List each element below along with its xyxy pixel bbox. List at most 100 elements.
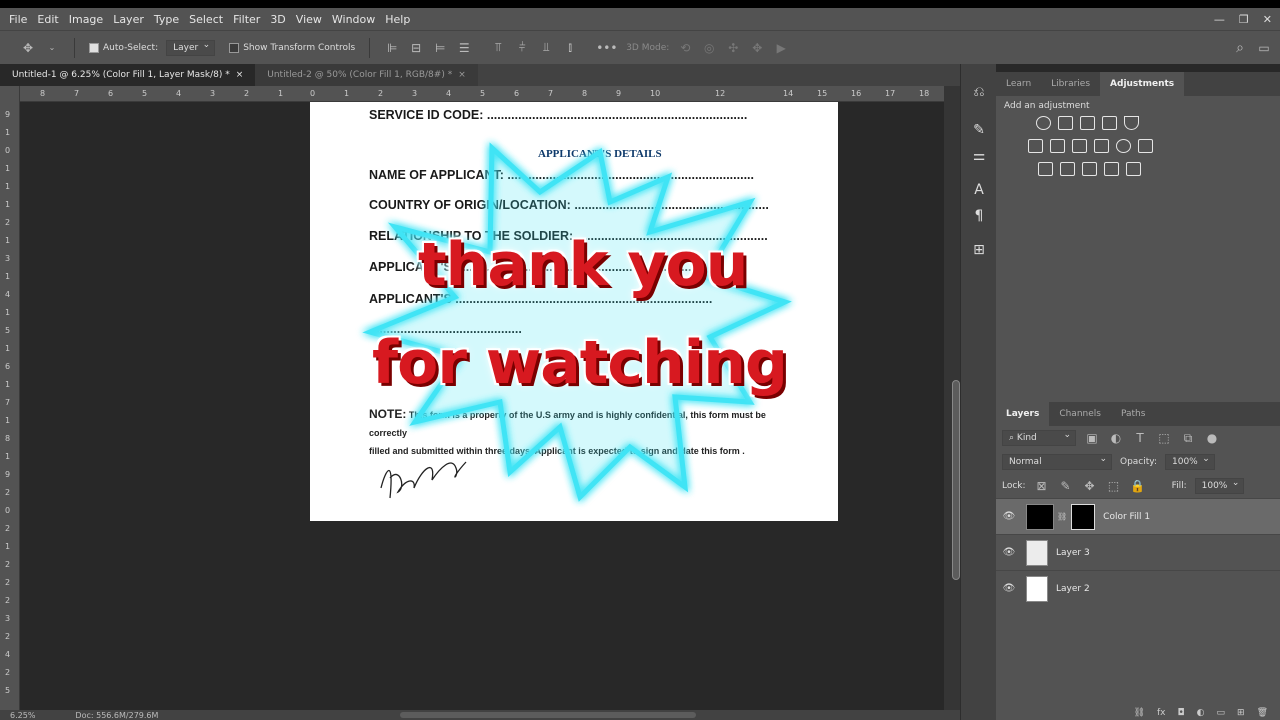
fx-icon[interactable]: fx	[1157, 708, 1166, 720]
tab-learn[interactable]: Learn	[996, 72, 1041, 96]
libraries-icon[interactable]: ⊞	[970, 242, 988, 260]
brightness-icon[interactable]	[1036, 116, 1051, 130]
layer-row-color-fill-1[interactable]: 👁 ⛓ Color Fill 1	[996, 498, 1280, 534]
doc-size[interactable]: Doc: 556.6M/279.6M	[75, 711, 158, 720]
menu-layer[interactable]: Layer	[108, 13, 149, 26]
channel-mixer-icon[interactable]	[1116, 139, 1131, 153]
exposure-icon[interactable]	[1102, 116, 1117, 130]
eye-icon[interactable]: 👁	[996, 583, 1022, 594]
auto-select-option[interactable]: Auto-Select:	[89, 42, 158, 53]
adjustment-filter-icon[interactable]: ◐	[1108, 431, 1124, 445]
roll-3d-icon[interactable]: ◎	[701, 41, 717, 55]
align-bottom-icon[interactable]: ⫫	[538, 40, 554, 55]
slide-3d-icon[interactable]: ✥	[749, 41, 765, 55]
levels-icon[interactable]	[1058, 116, 1073, 130]
black-white-icon[interactable]	[1072, 139, 1087, 153]
lock-all-icon[interactable]: 🔒	[1130, 479, 1146, 493]
color-lookup-icon[interactable]	[1138, 139, 1153, 153]
orbit-3d-icon[interactable]: ⟲	[677, 41, 693, 55]
auto-select-dropdown[interactable]: Layer	[166, 39, 216, 56]
horizontal-ruler[interactable]: 8 7 6 5 4 3 2 1 0 1 2 3 4 5 6 7 8 9 10 12 14 15 16 17 18	[20, 86, 944, 102]
layer-row-layer-2[interactable]: 👁 Layer 2	[996, 570, 1280, 606]
align-middle-icon[interactable]: ⫩	[514, 40, 530, 55]
search-icon[interactable]: ⌕	[1232, 40, 1248, 56]
vibrance-icon[interactable]	[1124, 116, 1139, 130]
scale-3d-icon[interactable]: ▶	[773, 41, 789, 55]
smart-object-filter-icon[interactable]: ⧉	[1180, 431, 1196, 446]
menu-window[interactable]: Window	[327, 13, 380, 26]
menu-3d[interactable]: 3D	[265, 13, 290, 26]
vertical-scrollbar[interactable]	[944, 86, 960, 710]
opacity-field[interactable]: 100%	[1165, 454, 1215, 470]
blend-mode-dropdown[interactable]: Normal	[1002, 454, 1112, 470]
gradient-map-icon[interactable]	[1126, 162, 1141, 176]
kind-filter-dropdown[interactable]: ⌕ Kind	[1002, 430, 1076, 446]
menu-image[interactable]: Image	[64, 13, 108, 26]
move-tool-icon[interactable]: ✥	[20, 41, 36, 55]
tab-untitled-1[interactable]: Untitled-1 @ 6.25% (Color Fill 1, Layer …	[0, 64, 256, 86]
invert-icon[interactable]	[1038, 162, 1053, 176]
trash-icon[interactable]: 🗑	[1257, 708, 1268, 720]
scroll-thumb[interactable]	[952, 380, 960, 580]
menu-edit[interactable]: Edit	[32, 13, 63, 26]
close-icon[interactable]: ×	[236, 70, 244, 80]
pixel-filter-icon[interactable]: ▣	[1084, 431, 1100, 445]
distribute-vertical-icon[interactable]: ⫾	[562, 40, 578, 55]
eye-icon[interactable]: 👁	[996, 547, 1022, 558]
menu-type[interactable]: Type	[149, 13, 184, 26]
hue-saturation-icon[interactable]	[1028, 139, 1043, 153]
vertical-ruler[interactable]: 9 1 0 1 1 1 2 1 3 1 4 1 5 1 6 1 7 1 8 1 9 2 0 2 1 2 2 2 3 2 4 2 5	[0, 86, 20, 710]
tab-layers[interactable]: Layers	[996, 402, 1050, 426]
pan-3d-icon[interactable]: ✣	[725, 41, 741, 55]
auto-select-checkbox[interactable]	[89, 42, 99, 53]
threshold-icon[interactable]	[1082, 162, 1097, 176]
workspace-icon[interactable]: ▭	[1256, 41, 1272, 55]
more-options-icon[interactable]: •••	[596, 41, 617, 55]
tab-libraries[interactable]: Libraries	[1041, 72, 1100, 96]
selective-color-icon[interactable]	[1104, 162, 1119, 176]
horizontal-scroll-thumb[interactable]	[400, 712, 696, 718]
curves-icon[interactable]	[1080, 116, 1095, 130]
menu-help[interactable]: Help	[380, 13, 415, 26]
new-layer-icon[interactable]: ⊞	[1237, 708, 1245, 720]
align-right-icon[interactable]: ⊨	[432, 41, 448, 55]
properties-icon[interactable]: ⚌	[970, 148, 988, 166]
minimize-icon[interactable]: —	[1214, 13, 1225, 26]
tab-untitled-2[interactable]: Untitled-2 @ 50% (Color Fill 1, RGB/8#) …	[255, 64, 478, 86]
close-icon[interactable]: ×	[458, 70, 466, 80]
shape-filter-icon[interactable]: ⬚	[1156, 431, 1172, 445]
history-icon[interactable]: ⎌	[970, 84, 988, 102]
restore-icon[interactable]: ❐	[1239, 13, 1249, 26]
new-group-icon[interactable]: ▭	[1217, 708, 1226, 720]
menu-view[interactable]: View	[291, 13, 327, 26]
add-mask-icon[interactable]: ◘	[1178, 708, 1185, 720]
mask-thumbnail[interactable]	[1071, 503, 1096, 530]
character-icon[interactable]: A	[970, 182, 988, 200]
chevron-down-icon[interactable]: ⌄	[44, 43, 60, 52]
layer-row-layer-3[interactable]: 👁 Layer 3	[996, 534, 1280, 570]
distribute-icon[interactable]: ☰	[456, 41, 472, 55]
lock-position-icon[interactable]: ✥	[1082, 479, 1098, 493]
color-balance-icon[interactable]	[1050, 139, 1065, 153]
tab-channels[interactable]: Channels	[1049, 402, 1111, 426]
tab-paths[interactable]: Paths	[1111, 402, 1155, 426]
menu-file[interactable]: File	[4, 13, 32, 26]
show-transform-option[interactable]: Show Transform Controls	[229, 42, 355, 53]
filter-toggle-icon[interactable]: ●	[1204, 431, 1220, 445]
lock-transparent-icon[interactable]: ⊠	[1034, 479, 1050, 493]
photo-filter-icon[interactable]	[1094, 139, 1109, 153]
close-icon[interactable]: ✕	[1263, 13, 1272, 26]
posterize-icon[interactable]	[1060, 162, 1075, 176]
link-icon[interactable]: ⛓	[1057, 512, 1067, 521]
type-filter-icon[interactable]: T	[1132, 431, 1148, 445]
eye-icon[interactable]: 👁	[996, 511, 1022, 522]
menu-select[interactable]: Select	[184, 13, 228, 26]
tab-adjustments[interactable]: Adjustments	[1100, 72, 1185, 96]
paragraph-icon[interactable]: ¶	[970, 208, 988, 226]
brush-icon[interactable]: ✎	[970, 122, 988, 140]
document-canvas[interactable]: SERVICE ID CODE: .......................…	[310, 102, 838, 521]
link-layers-icon[interactable]: ⛓	[1134, 708, 1145, 720]
align-left-icon[interactable]: ⊫	[384, 41, 400, 55]
zoom-level[interactable]: 6.25%	[10, 711, 35, 720]
align-center-icon[interactable]: ⊟	[408, 41, 424, 55]
